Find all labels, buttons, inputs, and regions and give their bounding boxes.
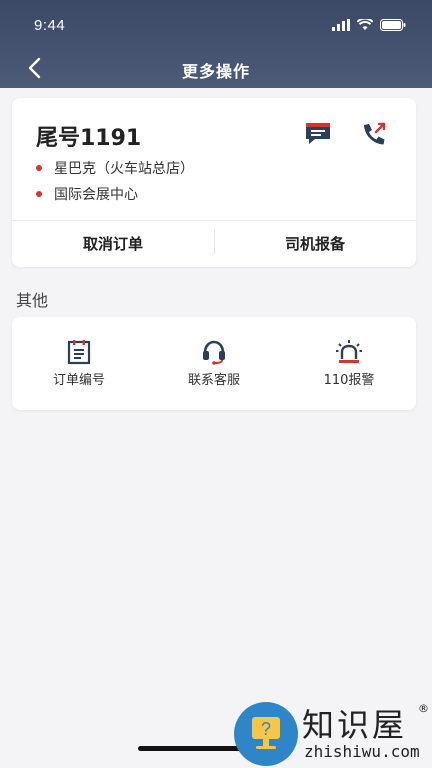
pickup-address: 星巴克（火车站总店） (36, 158, 194, 178)
order-number-label: 订单编号 (52, 373, 105, 388)
customer-service-tool[interactable]: 联系客服 (147, 317, 281, 410)
status-time: 9:44 (34, 17, 66, 34)
alarm-icon (336, 340, 362, 363)
phone-call-icon[interactable] (360, 121, 388, 147)
headset-icon (203, 340, 225, 365)
dropoff-address: 国际会展中心 (36, 184, 138, 204)
page-title: 更多操作 (181, 62, 250, 81)
watermark: ? 知识屋 ® zhishiwu.com (232, 700, 432, 768)
pickup-address-text: 星巴克（火车站总店） (54, 161, 194, 177)
police-alarm-tool[interactable]: 110报警 (282, 317, 416, 410)
watermark-logo-icon: ? (234, 702, 298, 766)
tail-number: 尾号1191 (36, 126, 142, 151)
svg-text:?: ? (261, 719, 271, 739)
message-icon[interactable] (304, 121, 332, 147)
battery-icon (380, 19, 406, 31)
dropoff-dot-icon (36, 191, 42, 197)
order-card: 尾号1191 取消订单 司机报备 (12, 98, 416, 267)
cancel-order-button[interactable]: 取消订单 (12, 221, 214, 267)
status-icons (332, 19, 406, 31)
order-number-icon (67, 340, 91, 365)
dropoff-address-text: 国际会展中心 (54, 187, 138, 203)
order-number-tool[interactable]: 订单编号 (12, 317, 146, 410)
app-header: 9:44 更多操作 (0, 0, 432, 88)
watermark-registered: ® (418, 702, 429, 715)
police-alarm-label: 110报警 (323, 373, 375, 388)
section-other-label: 其他 (16, 291, 49, 310)
watermark-brand: 知识屋 (302, 706, 408, 744)
driver-report-button[interactable]: 司机报备 (214, 221, 416, 267)
wifi-icon (357, 19, 373, 30)
watermark-url: zhishiwu.com (304, 742, 420, 761)
pickup-dot-icon (36, 165, 42, 171)
signal-icon (332, 19, 350, 31)
other-tools-card: 订单编号 联系客服 110报警 (12, 317, 416, 410)
customer-service-label: 联系客服 (187, 373, 240, 388)
